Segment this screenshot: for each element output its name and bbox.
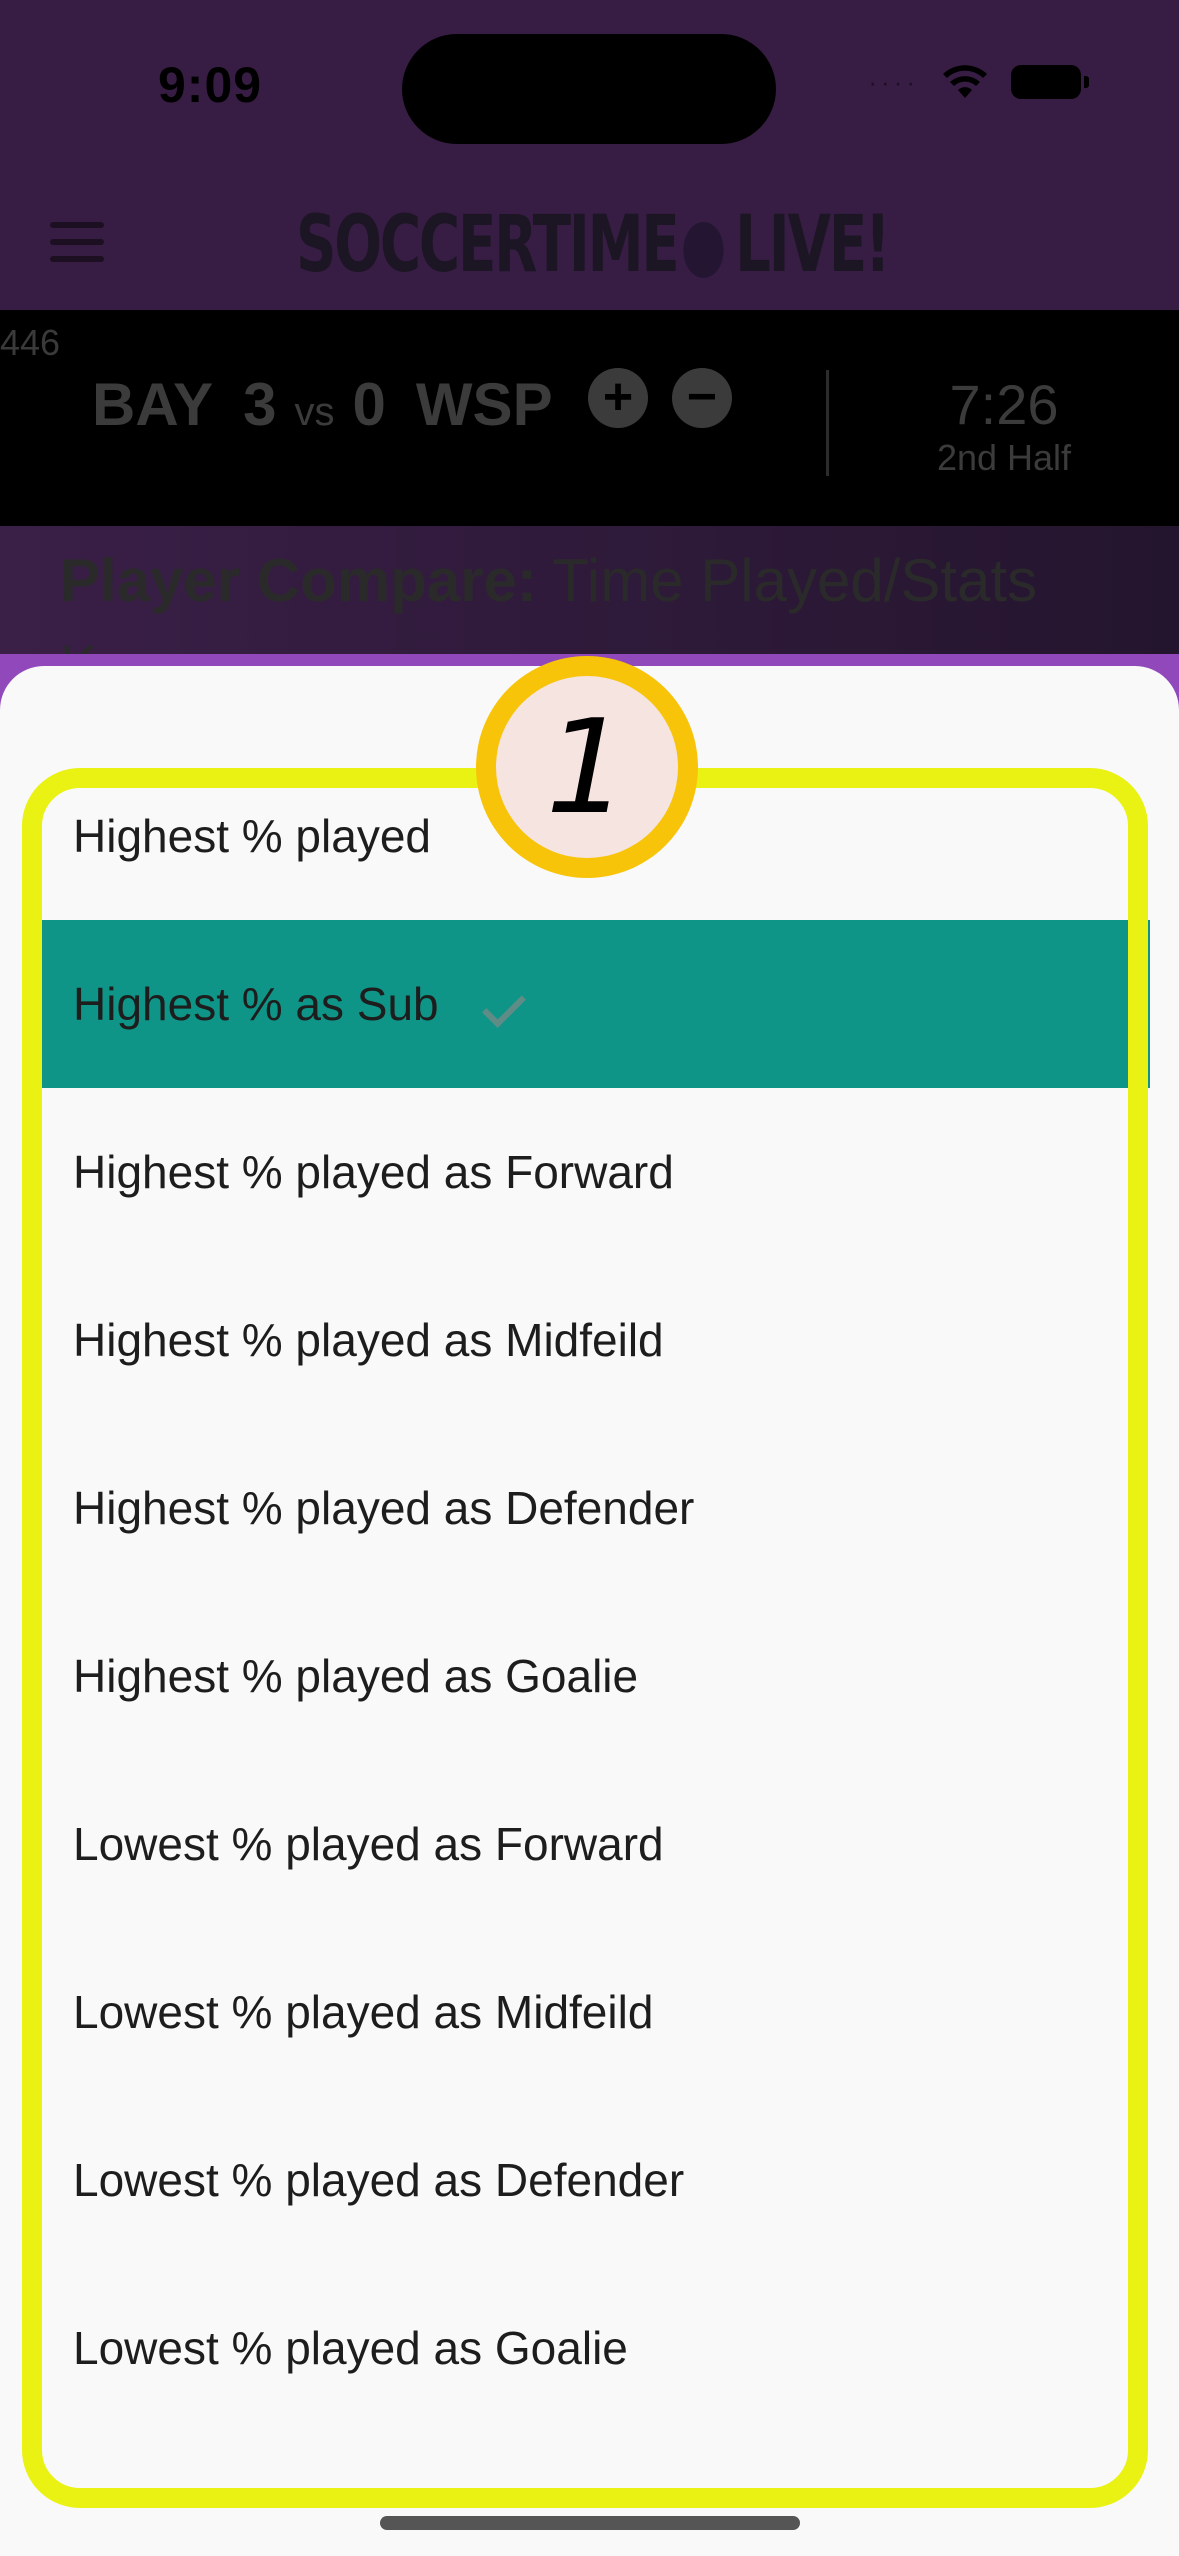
clock-time: 7:26 <box>949 373 1059 436</box>
battery-icon <box>1011 65 1089 99</box>
home-indicator[interactable] <box>380 2516 800 2530</box>
soccer-player-icon <box>683 221 724 278</box>
vs-label: vs <box>294 390 335 434</box>
highlight-frame <box>22 768 1148 2508</box>
game-period: 2nd Half <box>936 437 1072 478</box>
scoreboard: 446 BAY 3 vs 0 WSP + − 7:26 2nd Half <box>0 310 1179 526</box>
signal-dots-icon: ···· <box>868 66 919 97</box>
game-clock: 7:26 2nd Half <box>930 372 1078 479</box>
step-number-badge: 1 <box>476 656 698 878</box>
away-score: 0 <box>352 371 386 438</box>
step-number: 1 <box>496 676 678 858</box>
score-line: BAY 3 vs 0 WSP <box>92 370 553 439</box>
app-logo: SOCCERTIME LIVE! <box>296 200 891 290</box>
wifi-icon <box>943 65 987 98</box>
status-time: 9:09 <box>158 57 263 113</box>
home-team: BAY <box>92 371 214 438</box>
add-goal-button[interactable]: + <box>588 368 648 428</box>
page-title-rest: Time Played/Stats <box>536 547 1038 614</box>
dynamic-island <box>402 34 776 144</box>
away-team: WSP <box>415 371 553 438</box>
page-title: Player Compare: Time Played/Stats <box>60 546 1037 615</box>
remove-goal-button[interactable]: − <box>672 368 732 428</box>
logo-text-left: SOCCERTIME <box>296 200 680 290</box>
hamburger-menu-icon[interactable] <box>50 222 104 262</box>
logo-text-right: LIVE! <box>735 200 890 290</box>
scoreboard-divider <box>826 370 829 476</box>
game-id-badge: 446 <box>0 322 61 363</box>
page-title-bold: Player Compare: <box>60 547 537 614</box>
app-bar: SOCCERTIME LIVE! <box>0 170 1179 310</box>
status-icons: ···· <box>868 64 1089 100</box>
status-bar: 9:09 ···· <box>0 0 1179 170</box>
home-score: 3 <box>243 371 277 438</box>
